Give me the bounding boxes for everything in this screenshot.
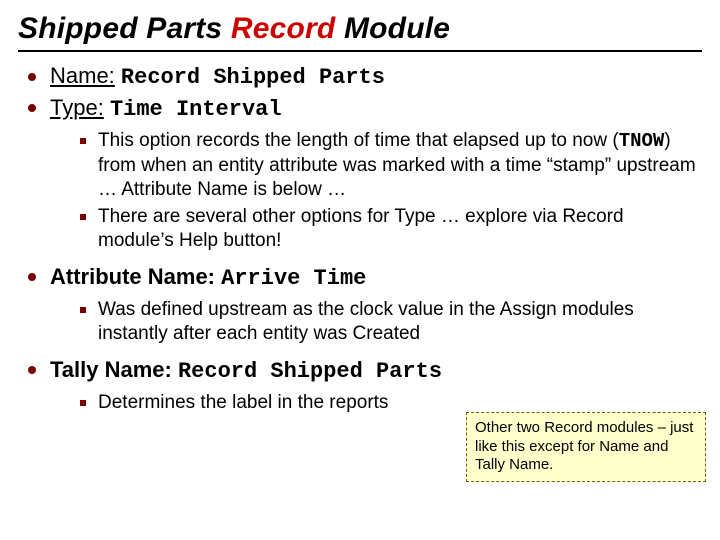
- type-sub-a-pre: This option records the length of time t…: [98, 130, 619, 151]
- slide: Shipped Parts Record Module Name: Record…: [0, 0, 720, 540]
- name-label: Name:: [50, 63, 115, 88]
- tally-value: Record Shipped Parts: [178, 359, 442, 384]
- title-record-red: Record: [231, 12, 336, 45]
- bullet-attribute-name: Attribute Name: Arrive Time Was defined …: [24, 263, 696, 346]
- bullet-list: Name: Record Shipped Parts Type: Time In…: [18, 62, 702, 415]
- bullet-tally-name: Tally Name: Record Shipped Parts Determi…: [24, 356, 696, 415]
- attr-sublist: Was defined upstream as the clock value …: [50, 298, 696, 346]
- attr-value: Arrive Time: [221, 266, 366, 291]
- slide-title: Shipped Parts Record Module: [18, 12, 702, 46]
- bullet-name: Name: Record Shipped Parts: [24, 62, 696, 92]
- type-value: Time Interval: [110, 97, 282, 122]
- title-part3: Module: [335, 12, 450, 45]
- tally-label: Tally Name:: [50, 357, 172, 382]
- bullet-type: Type: Time Interval This option records …: [24, 94, 696, 253]
- attr-sub-a: Was defined upstream as the clock value …: [80, 298, 696, 346]
- type-label: Type:: [50, 95, 104, 120]
- type-sublist: This option records the length of time t…: [50, 129, 696, 253]
- attr-label: Attribute Name:: [50, 264, 215, 289]
- type-sub-a: This option records the length of time t…: [80, 129, 696, 201]
- type-sub-b: There are several other options for Type…: [80, 205, 696, 253]
- title-part1: Shipped Parts: [18, 12, 231, 45]
- callout-note: Other two Record modules – just like thi…: [466, 412, 706, 482]
- name-value: Record Shipped Parts: [121, 65, 385, 90]
- type-sub-a-code: TNOW: [619, 130, 665, 152]
- title-divider: [18, 50, 702, 52]
